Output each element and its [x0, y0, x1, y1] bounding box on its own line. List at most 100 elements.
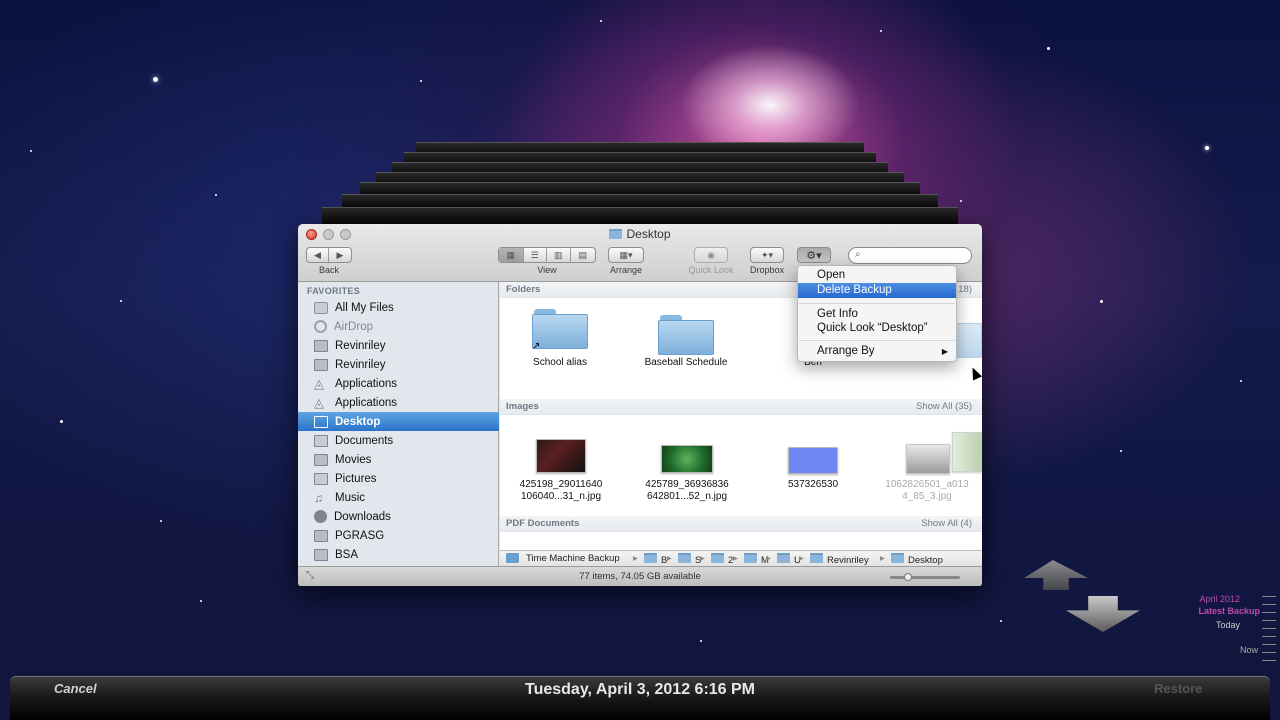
path-item-folder[interactable]: S — [678, 553, 701, 566]
images-section-header: Images Show All (35) — [500, 399, 982, 415]
dropbox-button[interactable]: ✦▾ — [750, 247, 784, 263]
forward-button[interactable]: ▶ — [329, 248, 351, 262]
sidebar-item-desktop[interactable]: Desktop — [298, 412, 499, 431]
forward-in-time-arrow[interactable] — [1066, 596, 1140, 632]
sidebar-item-documents[interactable]: Documents — [298, 431, 499, 450]
list-view-button[interactable]: ☰ — [524, 248, 548, 262]
path-separator: ▸ — [633, 553, 638, 564]
back-label: Back — [318, 265, 339, 275]
sidebar-item-downloads[interactable]: Downloads — [298, 507, 499, 526]
sidebar-item-applications-2[interactable]: ◬ Applications — [298, 393, 499, 412]
dropbox-icon: ✦▾ — [760, 249, 774, 260]
coverflow-view-button[interactable]: ▤ — [571, 248, 595, 262]
image-thumbnail-5[interactable] — [952, 432, 982, 472]
favorites-header: FAVORITES — [307, 286, 361, 296]
path-separator: ▸ — [766, 553, 771, 564]
path-item-root[interactable]: Time Machine Backup — [526, 553, 620, 564]
downloads-icon — [314, 510, 327, 523]
gear-icon: ⚙▾ — [806, 249, 822, 262]
airdrop-icon — [314, 320, 327, 333]
path-item-folder[interactable]: 2 — [711, 553, 733, 566]
folder-label: School alias — [533, 357, 587, 368]
path-item-time-machine[interactable] — [506, 553, 523, 565]
view-control: ▦ ☰ ▥ ▤ — [498, 247, 596, 263]
path-separator: ▸ — [799, 553, 804, 564]
image-label: 1062826501_a013 4_85_3.jpg — [885, 479, 969, 502]
sidebar-item-applications[interactable]: ◬ Applications — [298, 374, 499, 393]
menu-separator — [799, 340, 955, 341]
action-context-menu: Open Delete Backup Get Info Quick Look “… — [797, 265, 957, 362]
folder-icon — [314, 529, 328, 542]
sidebar-item-movies[interactable]: Movies — [298, 450, 499, 469]
path-separator: ▸ — [700, 553, 705, 564]
quick-look-button[interactable]: ◉ — [694, 247, 728, 263]
grid-icon: ▦ — [506, 249, 515, 260]
sidebar-item-revinriley[interactable]: Revinriley — [298, 336, 499, 355]
window-title: Desktop — [298, 227, 982, 241]
menu-item-arrange-by[interactable]: Arrange By ▶ — [798, 344, 956, 359]
sidebar: FAVORITES All My Files AirDrop Revinrile… — [298, 282, 499, 566]
all-files-icon — [314, 301, 328, 314]
folder-baseball-schedule[interactable] — [658, 315, 714, 355]
timeline-today[interactable]: Today — [1140, 620, 1240, 630]
sidebar-item-bsa[interactable]: BSA — [298, 545, 499, 564]
sidebar-item-revinriley-2[interactable]: Revinriley — [298, 355, 499, 374]
back-in-time-arrow[interactable] — [1024, 560, 1088, 590]
sidebar-item-pictures[interactable]: Pictures — [298, 469, 499, 488]
path-separator: ▸ — [667, 553, 672, 564]
folder-icon — [314, 358, 328, 371]
slider-knob[interactable] — [904, 573, 912, 581]
folder-icon — [609, 229, 623, 239]
coverflow-icon: ▤ — [578, 249, 588, 260]
timeline-now[interactable]: Now — [1158, 645, 1258, 655]
sidebar-item-airdrop[interactable]: AirDrop — [298, 317, 499, 336]
restore-button[interactable]: Restore — [1154, 681, 1202, 696]
pdf-show-all[interactable]: Show All (4) — [921, 518, 972, 529]
path-item-user[interactable]: Revinriley — [810, 553, 869, 566]
menu-item-get-info[interactable]: Get Info — [798, 307, 956, 322]
back-button[interactable]: ◀ — [307, 248, 330, 262]
images-show-all[interactable]: Show All (35) — [916, 401, 972, 412]
path-separator: ▸ — [733, 553, 738, 564]
music-icon: ♫ — [314, 490, 323, 505]
timeline-latest-backup[interactable]: Latest Backup — [1140, 606, 1260, 616]
timeline-ticks — [1262, 596, 1276, 666]
columns-icon: ▥ — [554, 249, 563, 260]
column-view-button[interactable]: ▥ — [547, 248, 571, 262]
search-field[interactable]: ⌕ — [848, 247, 972, 264]
pdf-section-header: PDF Documents Show All (4) — [500, 516, 982, 532]
icon-view-button[interactable]: ▦ — [499, 248, 524, 262]
action-button[interactable]: ⚙▾ — [797, 247, 831, 263]
menu-item-quick-look[interactable]: Quick Look “Desktop” — [798, 321, 956, 336]
menu-item-open[interactable]: Open — [798, 268, 956, 283]
folder-icon — [644, 553, 657, 563]
path-item-folder[interactable]: M — [744, 553, 769, 566]
chevron-left-icon: ◀ — [314, 249, 321, 260]
arrange-button[interactable]: ▦▾ — [608, 247, 644, 263]
sidebar-item-music[interactable]: ♫ Music — [298, 488, 499, 507]
menu-item-delete-backup[interactable]: Delete Backup — [798, 283, 956, 298]
folder-icon — [711, 553, 724, 563]
folder-school-alias[interactable]: ↗ — [532, 309, 588, 352]
folders-show-all[interactable]: 18) — [958, 284, 972, 295]
path-item-current[interactable]: Desktop — [891, 553, 943, 566]
icon-size-slider[interactable] — [890, 573, 960, 581]
search-input[interactable] — [867, 249, 967, 262]
sidebar-item-pgrasg[interactable]: PGRASG — [298, 526, 499, 545]
image-thumbnail-1[interactable] — [536, 439, 586, 473]
status-bar: ⤡ 77 items, 74.05 GB available — [298, 566, 982, 586]
applications-icon: ◬ — [314, 375, 324, 391]
eye-icon: ◉ — [707, 249, 715, 260]
path-item-folder[interactable]: U — [777, 553, 801, 566]
view-label: View — [537, 265, 557, 275]
menu-separator — [799, 303, 955, 304]
image-label: 425789_36936836 642801...52_n.jpg — [645, 479, 729, 502]
image-thumbnail-2[interactable] — [661, 445, 713, 473]
image-thumbnail-3[interactable] — [788, 447, 838, 474]
folder-icon — [891, 553, 904, 563]
path-item-folder[interactable]: B — [644, 553, 667, 566]
sidebar-item-all-my-files[interactable]: All My Files — [298, 298, 499, 317]
image-thumbnail-4[interactable] — [906, 444, 950, 474]
backup-date: Tuesday, April 3, 2012 6:16 PM — [524, 681, 756, 698]
timeline-month[interactable]: April 2012 — [1140, 594, 1240, 604]
